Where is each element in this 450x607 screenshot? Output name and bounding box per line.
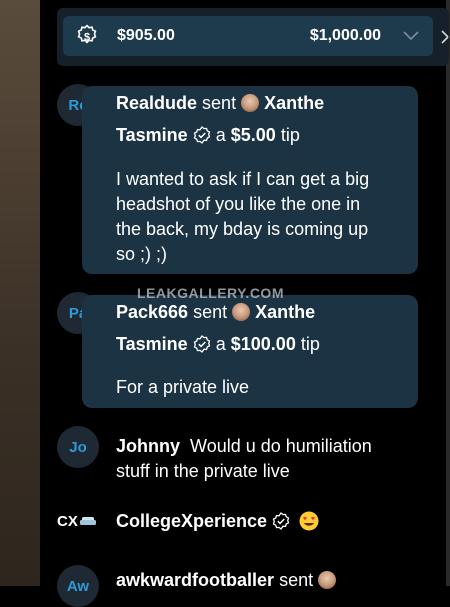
watermark-text: LEAKGALLERY.COM [137, 285, 284, 301]
verified-badge-icon [193, 335, 211, 353]
scrollbar[interactable] [446, 0, 450, 586]
tip-prefix: a [215, 125, 226, 145]
heart-eyes-emoji [299, 511, 319, 531]
close-icon[interactable] [441, 30, 449, 44]
tip-header-line: Realdude sent Xanthe [116, 91, 324, 116]
username[interactable]: Realdude [116, 93, 197, 113]
background-panel [0, 0, 40, 586]
model-avatar [318, 571, 337, 589]
couch-icon [79, 517, 96, 525]
verified-badge-icon [272, 512, 290, 530]
tip-amount: $5.00 [230, 125, 276, 145]
gear-dollar-icon: $ [77, 24, 97, 44]
sent-label: sent [202, 93, 237, 113]
sent-label: sent [193, 302, 228, 322]
tip-header-line: awkwardfootballer sent [116, 568, 337, 593]
avatar[interactable]: Aw [57, 565, 99, 607]
message-text-line: stuff in the private live [116, 461, 290, 481]
message-text-line: headshot of you like the one in [116, 194, 361, 214]
message-text-line: For a private live [116, 377, 250, 397]
username[interactable]: Johnny [116, 436, 180, 456]
recipient-last-name[interactable]: Tasmine [116, 334, 188, 354]
verified-badge-icon [193, 126, 211, 144]
message-text-line: so ;) ;) [116, 244, 168, 264]
username[interactable]: CollegeXperience [116, 511, 267, 531]
sent-label: sent [279, 570, 314, 590]
tip-header-line: Pack666 sent Xanthe [116, 300, 315, 325]
tip-prefix: a [215, 334, 226, 354]
model-avatar [232, 303, 251, 321]
message-text-line: CollegeXperience [116, 509, 319, 534]
tip-label: tip [280, 125, 300, 145]
avatar[interactable]: Jo [57, 426, 99, 468]
goal-current-amount: $905.00 [117, 27, 175, 44]
recipient-first-name[interactable]: Xanthe [264, 93, 324, 113]
goal-target-amount: $1,000.00 [309, 27, 381, 44]
model-avatar [241, 94, 260, 112]
recipient-last-name[interactable]: Tasmine [116, 125, 188, 145]
message-text: Would u do humiliation [190, 436, 372, 456]
avatar-initials: Aw [66, 577, 90, 595]
tip-amount-line: Tasmine a $100.00 tip [116, 332, 320, 357]
chevron-down-icon[interactable] [403, 29, 419, 43]
avatar-initials: CX [57, 512, 78, 530]
tip-goal-bar[interactable]: $ $905.00 $1,000.00 [63, 16, 433, 56]
tip-label: tip [300, 334, 320, 354]
username[interactable]: Pack666 [116, 302, 188, 322]
avatar-initials: Jo [69, 438, 87, 456]
avatar[interactable]: CX [57, 511, 96, 531]
recipient-first-name[interactable]: Xanthe [255, 302, 315, 322]
tip-goal-container: $ $905.00 $1,000.00 [57, 8, 449, 66]
svg-text:$: $ [84, 32, 90, 44]
tip-amount-line: Tasmine a $5.00 tip [116, 123, 300, 148]
message-text-line: the back, my bday is coming up [116, 219, 369, 239]
tip-amount: $100.00 [230, 334, 296, 354]
username[interactable]: awkwardfootballer [116, 570, 274, 590]
message-text-line: Johnny Would u do humiliation [116, 434, 372, 459]
message-text-line: I wanted to ask if I can get a big [116, 169, 370, 189]
